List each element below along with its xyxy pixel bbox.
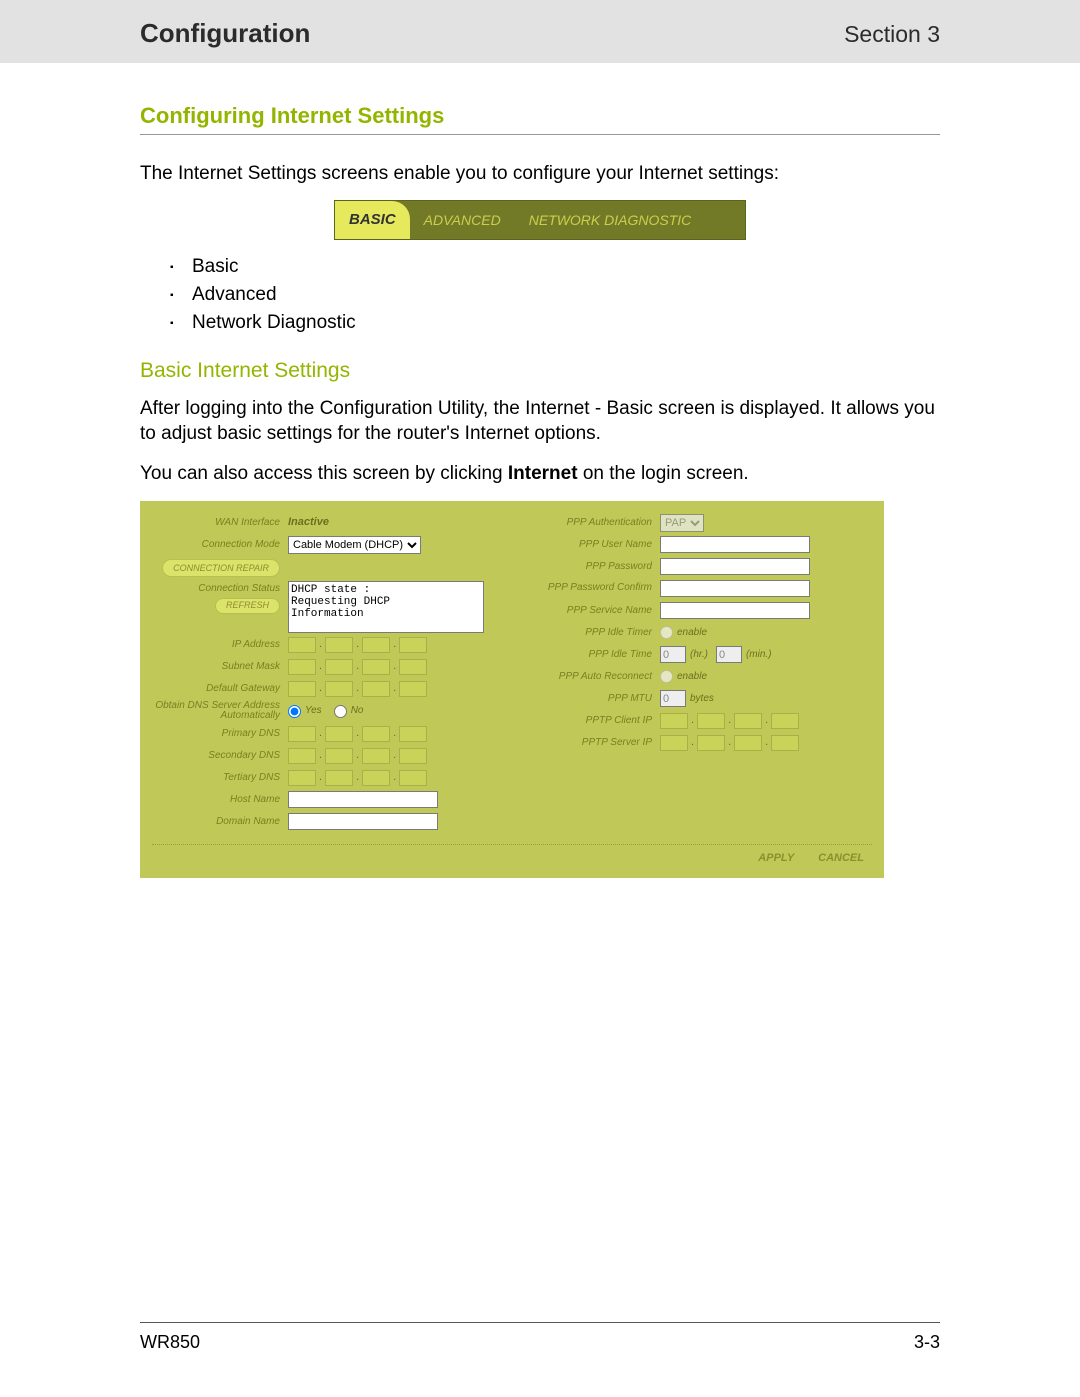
ppp-idle-min-input[interactable] (716, 646, 742, 663)
domain-name-label: Domain Name (152, 816, 288, 827)
ppp-user-label: PPP User Name (524, 539, 660, 550)
apply-button[interactable]: APPLY (758, 851, 794, 866)
subsection-heading: Basic Internet Settings (140, 357, 940, 385)
ppp-user-input[interactable] (660, 536, 810, 553)
pptp-client-label: PPTP Client IP (524, 715, 660, 726)
ppp-idle-hr-input[interactable] (660, 646, 686, 663)
paragraph-2: You can also access this screen by click… (140, 461, 940, 487)
bullet-list: Basic Advanced Network Diagnostic (140, 254, 940, 335)
header-section: Section 3 (844, 21, 940, 48)
ppp-pass-input[interactable] (660, 558, 810, 575)
ppp-idle-time-label: PPP Idle Time (524, 649, 660, 660)
footer-model: WR850 (140, 1332, 200, 1353)
obtain-dns-label: Obtain DNS Server Address Automatically (152, 701, 288, 722)
cancel-button[interactable]: CANCEL (818, 851, 864, 866)
secondary-dns-label: Secondary DNS (152, 750, 288, 761)
ppp-auth-select[interactable]: PAP (660, 514, 704, 532)
connection-mode-select[interactable]: Cable Modem (DHCP) (288, 536, 421, 554)
ppp-service-label: PPP Service Name (524, 605, 660, 616)
tab-diagnostic[interactable]: NETWORK DIAGNOSTIC (515, 201, 706, 239)
left-column: WAN Interface Inactive Connection Mode C… (152, 511, 500, 834)
ppp-auth-label: PPP Authentication (524, 517, 660, 528)
pptp-server-label: PPTP Server IP (524, 737, 660, 748)
primary-dns-label: Primary DNS (152, 728, 288, 739)
intro-text: The Internet Settings screens enable you… (140, 161, 940, 187)
connection-mode-label: Connection Mode (152, 539, 288, 550)
tertiary-dns-input[interactable]: ... (288, 770, 427, 786)
wan-interface-value: Inactive (288, 516, 329, 528)
header-title: Configuration (140, 18, 310, 49)
host-name-input[interactable] (288, 791, 438, 808)
ip-address-label: IP Address (152, 639, 288, 650)
page-header: Configuration Section 3 (0, 0, 1080, 63)
bullet-item: Basic (170, 254, 940, 280)
connection-repair-button[interactable]: CONNECTION REPAIR (162, 559, 280, 577)
wan-interface-label: WAN Interface (152, 517, 288, 528)
section-heading: Configuring Internet Settings (140, 101, 940, 135)
refresh-button[interactable]: REFRESH (215, 598, 280, 614)
paragraph-1: After logging into the Configuration Uti… (140, 396, 940, 447)
bullet-item: Network Diagnostic (170, 310, 940, 336)
subnet-mask-label: Subnet Mask (152, 661, 288, 672)
ppp-mtu-input[interactable] (660, 690, 686, 707)
tab-advanced[interactable]: ADVANCED (410, 201, 515, 239)
pptp-client-input[interactable]: ... (660, 713, 799, 729)
ppp-pass-confirm-label: PPP Password Confirm (524, 583, 660, 594)
ppp-idle-timer-label: PPP Idle Timer (524, 627, 660, 638)
ppp-service-input[interactable] (660, 602, 810, 619)
tab-strip: BASIC ADVANCED NETWORK DIAGNOSTIC (334, 200, 746, 240)
page-footer: WR850 3-3 (140, 1332, 940, 1353)
ppp-idle-timer-radio[interactable] (660, 626, 673, 639)
tab-basic[interactable]: BASIC (335, 201, 410, 239)
default-gateway-label: Default Gateway (152, 683, 288, 694)
footer-page: 3-3 (914, 1332, 940, 1353)
ppp-auto-reconnect-label: PPP Auto Reconnect (524, 671, 660, 682)
connection-status-label: Connection Status (198, 583, 280, 594)
tertiary-dns-label: Tertiary DNS (152, 772, 288, 783)
ppp-auto-reconnect-radio[interactable] (660, 670, 673, 683)
pptp-server-input[interactable]: ... (660, 735, 799, 751)
ppp-pass-label: PPP Password (524, 561, 660, 572)
primary-dns-input[interactable]: ... (288, 726, 427, 742)
connection-status-box[interactable]: DHCP state : Requesting DHCP Information (288, 581, 484, 633)
domain-name-input[interactable] (288, 813, 438, 830)
obtain-dns-no-radio[interactable] (334, 705, 347, 718)
right-column: PPP Authentication PAP PPP User Name PPP… (524, 511, 872, 834)
settings-panel: WAN Interface Inactive Connection Mode C… (140, 501, 884, 878)
default-gateway-input[interactable]: ... (288, 681, 427, 697)
host-name-label: Host Name (152, 794, 288, 805)
secondary-dns-input[interactable]: ... (288, 748, 427, 764)
subnet-mask-input[interactable]: ... (288, 659, 427, 675)
ppp-pass-confirm-input[interactable] (660, 580, 810, 597)
ppp-mtu-label: PPP MTU (524, 693, 660, 704)
obtain-dns-yes-radio[interactable] (288, 705, 301, 718)
ip-address-input[interactable]: ... (288, 637, 427, 653)
bullet-item: Advanced (170, 282, 940, 308)
